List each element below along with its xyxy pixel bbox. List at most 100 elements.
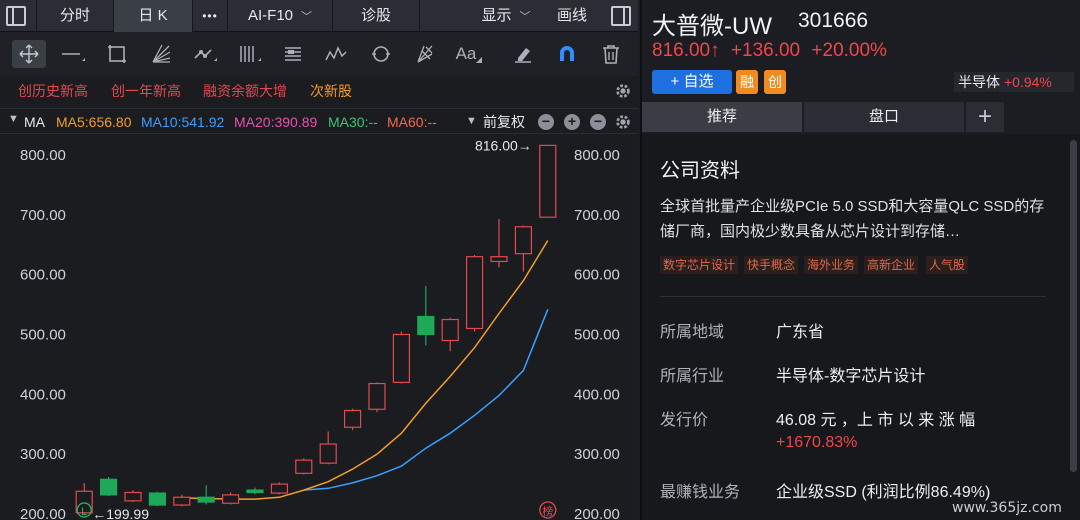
concept-tag[interactable]: 海外业务 <box>804 256 859 274</box>
stock-name: 大普微-UW <box>652 13 772 40</box>
candle-body <box>99 478 118 496</box>
line-icon[interactable] <box>56 40 90 68</box>
y-tick-label-right: 500.00 <box>574 326 620 343</box>
tab-diagnose[interactable]: 诊股 <box>333 0 419 32</box>
magnet-icon[interactable] <box>550 40 584 68</box>
chevron-down-icon: ﹀ <box>519 11 531 23</box>
gem-badge[interactable]: 创 <box>764 70 786 94</box>
ipo-price: 46.08 元 ，上 市 以 来 涨 幅 <box>776 412 976 429</box>
chevron-down-icon[interactable]: ▼ <box>8 113 19 125</box>
rank-marker-label: 榜 <box>542 504 553 518</box>
tab-orderbook[interactable]: 盘口 <box>804 102 964 132</box>
concept-tag[interactable]: 快手概念 <box>744 256 799 274</box>
industry-value: 半导体-数字芯片设计 <box>776 368 926 385</box>
tab-recommend[interactable]: 推荐 <box>642 102 802 132</box>
adjust-mode[interactable]: 前复权 <box>483 113 525 131</box>
company-description[interactable]: 全球首批量产企业级PCIe 5.0 SSD和大容量QLC SSD的存储厂商，国内… <box>660 194 1046 244</box>
y-tick-label-left: 500.00 <box>20 326 66 343</box>
y-tick-label-right: 800.00 <box>574 147 620 164</box>
region-value: 广东省 <box>776 324 825 341</box>
sector-change: +0.94% <box>1004 74 1052 90</box>
candle-body <box>417 315 435 336</box>
display-dropdown[interactable]: 显示 ﹀ <box>470 0 542 32</box>
ma5-line <box>181 240 549 500</box>
tab-intraday[interactable]: 分时 <box>37 0 113 32</box>
minus-icon[interactable]: − <box>590 114 606 130</box>
tag-year-high[interactable]: 创一年新高 <box>111 81 181 101</box>
stock-tags-row: 创历史新高 创一年新高 融资余额大增 次新股 <box>0 76 638 106</box>
chart-panel: 分时 日 K ••• AI-F10 ﹀ 诊股 显示 ﹀ 画线 Aa 创历史新高 … <box>0 0 638 520</box>
add-tab-button[interactable]: + <box>966 102 1004 132</box>
region-label: 所属地域 <box>660 324 725 341</box>
y-tick-label-right: 400.00 <box>574 386 620 403</box>
parallel-icon[interactable] <box>232 40 266 68</box>
stock-code: 301666 <box>798 9 869 32</box>
text-icon[interactable]: Aa <box>452 40 486 68</box>
last-price: 816.00↑ <box>652 40 720 61</box>
candle-body <box>392 333 410 383</box>
low-price-label: ←199.99 <box>92 506 149 520</box>
concept-tag[interactable]: 高新企业 <box>864 256 919 274</box>
tab-daily-k[interactable]: 日 K <box>114 0 192 32</box>
ipo-label: 发行价 <box>660 412 709 429</box>
y-tick-label-right: 600.00 <box>574 267 620 284</box>
margin-badge[interactable]: 融 <box>736 70 758 94</box>
y-tick-label-right: 200.00 <box>574 506 620 520</box>
crosshair-icon[interactable] <box>12 40 46 68</box>
y-tick-label-left: 700.00 <box>20 207 66 224</box>
display-label: 显示 <box>481 7 512 24</box>
ma5-value: MA5:656.80 <box>56 114 132 130</box>
tab-f10[interactable]: AI-F10 ﹀ <box>228 0 332 32</box>
y-tick-label-left: 300.00 <box>20 446 66 463</box>
high-price-label: 816.00→ <box>475 137 532 153</box>
minus-icon[interactable]: − <box>538 114 554 130</box>
scrollbar[interactable] <box>1070 140 1077 472</box>
candle-body <box>246 489 264 494</box>
fib-icon[interactable] <box>276 40 310 68</box>
ipo-gain: +1670.83% <box>776 434 858 451</box>
add-watchlist-button[interactable]: + 自选 <box>652 70 732 94</box>
wave-icon[interactable] <box>320 40 354 68</box>
cycle-icon[interactable] <box>364 40 398 68</box>
more-menu-icon[interactable]: ••• <box>193 0 227 32</box>
gann-icon[interactable] <box>408 40 442 68</box>
industry-label: 所属行业 <box>660 368 725 385</box>
ma10-value: MA10:541.92 <box>141 114 225 130</box>
candle-body <box>441 318 459 342</box>
tag-new-stock[interactable]: 次新股 <box>310 81 352 101</box>
tag-margin-increase[interactable]: 融资余额大增 <box>203 81 287 101</box>
trash-icon[interactable] <box>594 40 628 68</box>
y-tick-label-left: 400.00 <box>20 386 66 403</box>
candle-body <box>514 226 533 255</box>
tab-f10-label: AI-F10 <box>247 7 293 24</box>
rect-icon[interactable] <box>100 40 134 68</box>
candle-body <box>344 409 362 428</box>
candle-body <box>222 494 240 504</box>
candle-body <box>124 491 142 502</box>
y-tick-label-right: 300.00 <box>574 446 620 463</box>
fan-icon[interactable] <box>144 40 178 68</box>
info-tabs: 推荐 盘口 + <box>642 102 1080 132</box>
chart-topbar: 分时 日 K ••• AI-F10 ﹀ 诊股 显示 ﹀ 画线 <box>0 0 638 32</box>
sector-badge[interactable]: 半导体 +0.94% <box>954 72 1074 92</box>
gear-icon[interactable] <box>614 113 632 131</box>
gear-icon[interactable] <box>614 82 632 100</box>
concept-tag[interactable]: 数字芯片设计 <box>660 256 739 274</box>
chevron-down-icon[interactable]: ▼ <box>466 115 477 127</box>
ma-legend-row: ▼ MA MA5:656.80 MA10:541.92 MA20:390.89 … <box>0 108 638 134</box>
candle-body <box>319 443 337 464</box>
candle-body <box>490 256 508 263</box>
eraser-icon[interactable] <box>506 40 540 68</box>
candle-body <box>295 459 313 474</box>
candle-body <box>466 256 484 330</box>
concept-tag[interactable]: 人气股 <box>926 256 969 274</box>
draw-line-button[interactable]: 画线 <box>544 0 600 32</box>
ma60-value: MA60:-- <box>387 114 437 130</box>
channel-icon[interactable] <box>188 40 222 68</box>
sidebar-toggle-icon[interactable] <box>6 6 26 26</box>
kline-chart[interactable]: 800.00 800.00 700.00 700.00 600.00 600.00 500.… <box>0 134 638 520</box>
ma-label[interactable]: MA <box>24 113 45 131</box>
tag-all-time-high[interactable]: 创历史新高 <box>18 81 88 101</box>
panel-collapse-icon[interactable] <box>611 6 631 26</box>
plus-icon[interactable]: + <box>564 114 580 130</box>
